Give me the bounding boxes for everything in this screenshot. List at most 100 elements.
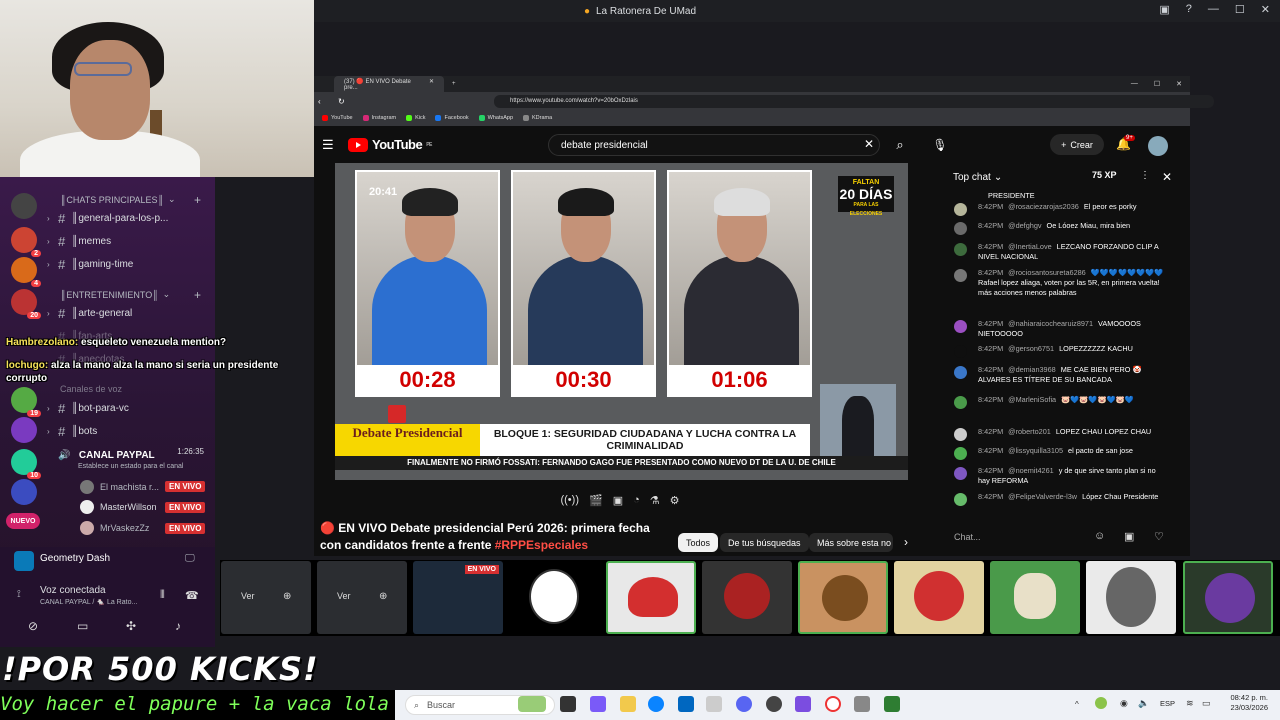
bookmark[interactable]: Kick	[406, 115, 425, 121]
server-icon[interactable]: 2	[11, 227, 41, 257]
avatar[interactable]	[1148, 136, 1168, 156]
channel-gaming[interactable]: # ║gaming-time	[58, 255, 133, 273]
live-signal-icon[interactable]: ((•))	[560, 494, 579, 506]
lab-icon[interactable]: ⚗	[650, 494, 660, 507]
screenshot-icon[interactable]: ▣	[613, 494, 623, 507]
minimize-button[interactable]: —	[1208, 3, 1219, 16]
channel-general[interactable]: # ║general-para-los-p...	[58, 209, 168, 227]
chat-avatar[interactable]	[954, 428, 967, 441]
app-icon[interactable]	[884, 696, 900, 712]
chat-avatar[interactable]	[954, 320, 967, 333]
search-input[interactable]: debate presidencial	[548, 134, 880, 156]
category-header[interactable]: ║CHATS PRINCIPALES║ ⌄ +	[60, 193, 201, 207]
chat-avatar[interactable]	[954, 366, 967, 379]
screen-icon[interactable]: ▭	[77, 619, 88, 633]
category-header[interactable]: Canales de voz	[60, 384, 122, 394]
clear-search-icon[interactable]: ✕	[864, 137, 874, 151]
more-options-icon[interactable]: ⋮	[1140, 170, 1150, 181]
youtube-logo[interactable]: YouTube PE	[348, 137, 432, 152]
inbox-icon[interactable]: ▣	[1159, 3, 1169, 16]
clock[interactable]: 08:42 p. m. 23/03/2026	[1220, 693, 1268, 713]
chat-avatar[interactable]	[954, 222, 967, 235]
wifi-icon[interactable]: ≋	[1186, 698, 1194, 709]
stream-tile[interactable]: Ver ⊕	[317, 561, 407, 634]
server-icon[interactable]	[11, 417, 37, 443]
clip-icon[interactable]: 🎬	[589, 494, 603, 507]
help-icon[interactable]: ?	[1186, 3, 1192, 16]
channel-arte[interactable]: # ║arte-general	[58, 304, 132, 322]
chat-header[interactable]: Top chat ⌄	[938, 163, 1188, 191]
chat-avatar[interactable]	[954, 493, 967, 506]
chat-avatar[interactable]	[954, 345, 967, 358]
server-icon[interactable]	[11, 193, 37, 219]
close-icon[interactable]: ✕	[1176, 80, 1182, 88]
avatar-tile[interactable]	[702, 561, 792, 634]
close-icon[interactable]: ✕	[1162, 170, 1172, 184]
server-icon[interactable]: 10	[11, 449, 41, 479]
voice-user[interactable]: El machista r...	[80, 479, 159, 495]
chat-input[interactable]: Chat...	[954, 527, 1089, 547]
battery-icon[interactable]: ▭	[1202, 698, 1211, 709]
settings-icon[interactable]	[854, 696, 870, 712]
avatar-tile[interactable]	[798, 561, 888, 634]
opera-icon[interactable]	[825, 696, 841, 712]
voice-channel[interactable]: 🔊 CANAL PAYPAL 1:26:35 Establece un esta…	[58, 445, 210, 475]
emoji-icon[interactable]: ☺	[1094, 530, 1105, 542]
stream-tile[interactable]: EN VIVO	[413, 561, 503, 634]
back-icon[interactable]: ‹	[318, 97, 321, 106]
copilot-icon[interactable]	[590, 696, 606, 712]
file-explorer-icon[interactable]	[620, 696, 636, 712]
avatar-tile[interactable]	[894, 561, 984, 634]
language-indicator[interactable]: ESP	[1160, 699, 1175, 708]
new-badge[interactable]: NUEVO	[6, 513, 40, 529]
minimize-icon[interactable]: —	[1131, 80, 1138, 88]
bookmark[interactable]: Instagram	[362, 115, 396, 121]
waveform-icon[interactable]: ⦀	[160, 589, 165, 602]
volume-icon[interactable]: 🔈	[1138, 698, 1149, 709]
avatar-tile[interactable]	[606, 561, 696, 634]
close-button[interactable]: ✕	[1261, 3, 1270, 16]
channel-bot-para-vc[interactable]: # ║bot-para-vc	[58, 399, 129, 417]
maximize-button[interactable]: ☐	[1235, 3, 1245, 16]
chat-avatar[interactable]	[954, 467, 967, 480]
widgets-icon[interactable]	[518, 696, 546, 712]
url-bar[interactable]: https://www.youtube.com/watch?v=20bOxDzl…	[494, 95, 1214, 108]
heart-icon[interactable]: ♡	[1154, 530, 1164, 543]
soundboard-icon[interactable]: ♪	[175, 619, 181, 633]
bookmark[interactable]: WhatsApp	[478, 115, 513, 121]
chat-avatar[interactable]	[954, 203, 967, 216]
browser-tab[interactable]: (37) 🔴 EN VIVO Debate pre... ✕	[334, 75, 444, 93]
reload-icon[interactable]: ↻	[338, 97, 345, 106]
voice-user[interactable]: MasterWillson	[80, 499, 157, 515]
channel-memes[interactable]: # ║memes	[58, 232, 111, 250]
tray-icon[interactable]	[1095, 697, 1107, 709]
avatar-tile[interactable]	[990, 561, 1080, 634]
voice-user[interactable]: MrVaskezZz	[80, 520, 149, 536]
chip-searches[interactable]: De tus búsquedas	[720, 533, 809, 552]
server-icon[interactable]	[11, 479, 37, 505]
chat-avatar[interactable]	[954, 243, 967, 256]
app-icon[interactable]	[795, 696, 811, 712]
category-header[interactable]: ║ENTRETENIMIENTO║ ⌄ +	[60, 288, 201, 302]
chat-avatar[interactable]	[954, 269, 967, 282]
menu-icon[interactable]: ☰	[322, 137, 334, 153]
chip-more[interactable]: Más sobre esta no	[809, 533, 893, 552]
maximize-icon[interactable]: ☐	[1154, 80, 1160, 88]
discord-icon[interactable]	[736, 696, 752, 712]
bookmark[interactable]: KDrama	[523, 115, 552, 121]
avatar-tile[interactable]	[1183, 561, 1273, 634]
search-icon[interactable]: ⌕	[886, 134, 914, 156]
store-icon[interactable]	[678, 696, 694, 712]
server-icon[interactable]: 19	[11, 387, 41, 417]
new-tab-button[interactable]: +	[452, 81, 456, 87]
screen-share-icon[interactable]: 🖵	[185, 553, 195, 564]
avatar-tile[interactable]	[1086, 561, 1176, 634]
mute-camera-icon[interactable]: ⊘	[28, 619, 38, 633]
chevron-up-icon[interactable]: ^	[1075, 700, 1079, 709]
obs-icon[interactable]	[766, 696, 782, 712]
create-button[interactable]: + Crear	[1050, 134, 1104, 155]
app-icon[interactable]	[706, 696, 722, 712]
bookmark[interactable]: YouTube	[322, 115, 353, 121]
channel-bots[interactable]: # ║bots	[58, 422, 97, 440]
avatar-tile[interactable]	[509, 561, 599, 634]
